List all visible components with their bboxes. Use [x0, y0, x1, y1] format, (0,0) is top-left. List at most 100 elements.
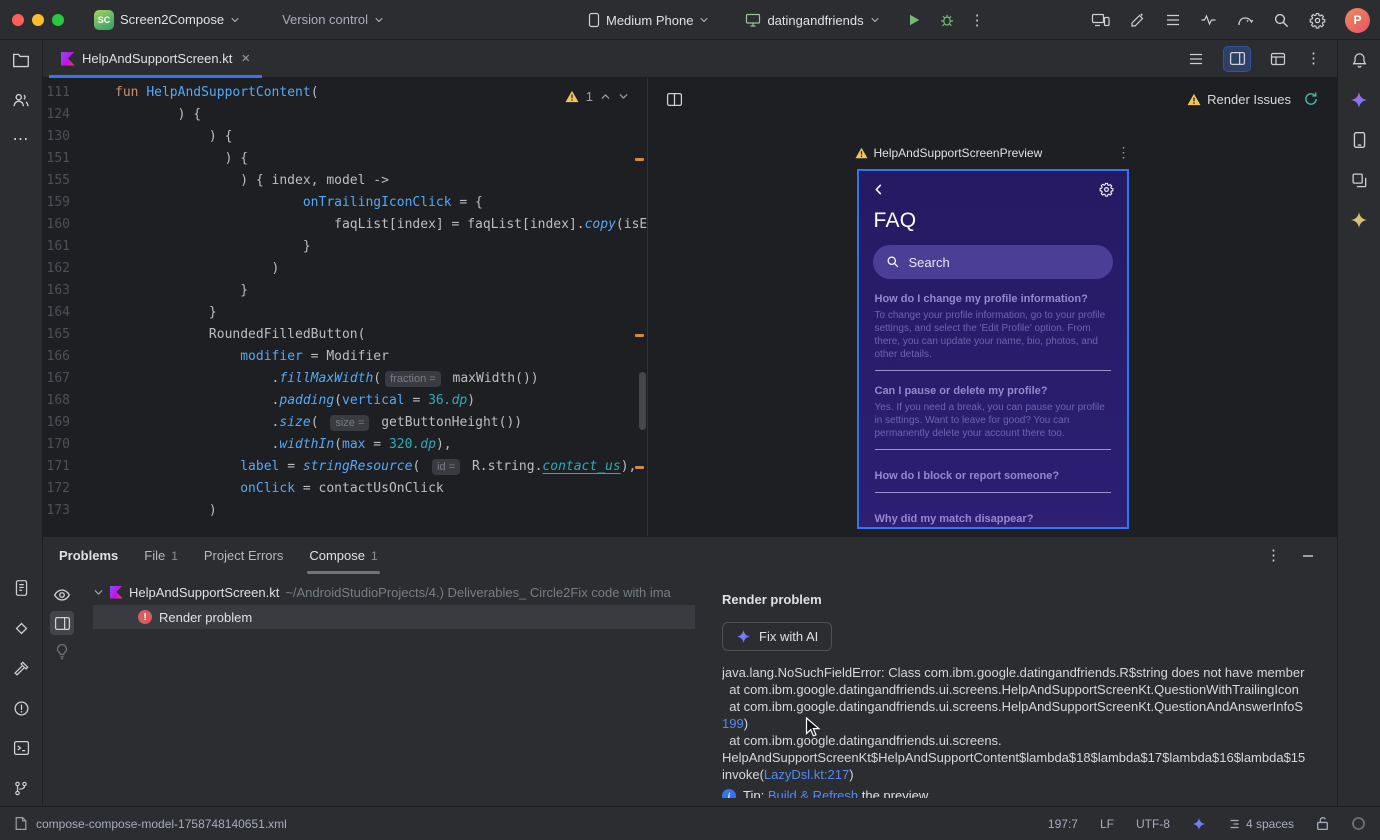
problems-tab-compose[interactable]: Compose 1	[307, 537, 381, 574]
problems-tab-row: Problems File 1 Project Errors Compose 1 ⋮	[43, 537, 1337, 574]
editor-tab[interactable]: HelpAndSupportScreen.kt ×	[49, 40, 263, 78]
close-window-button[interactable]	[12, 13, 24, 26]
indent-widget[interactable]: 4 spaces	[1228, 817, 1294, 831]
status-indicator-icon[interactable]	[1351, 816, 1366, 831]
project-selector[interactable]: SC Screen2Compose	[94, 9, 240, 30]
search-icon[interactable]	[1273, 12, 1290, 29]
run-config-selector[interactable]: datingandfriends	[745, 13, 879, 28]
version-control-tool-icon[interactable]	[11, 778, 31, 798]
assistant-star-icon[interactable]	[1349, 210, 1369, 230]
chevron-down-icon[interactable]	[93, 587, 104, 598]
user-avatar[interactable]: P	[1345, 7, 1370, 33]
minimize-window-button[interactable]	[32, 13, 44, 26]
phone-preview[interactable]: FAQ Search How do I change my profile in…	[856, 169, 1129, 529]
gemini-tool-icon[interactable]	[1349, 90, 1369, 110]
run-button[interactable]	[906, 12, 922, 28]
app-inspection-tool-icon[interactable]	[11, 618, 31, 638]
title-bar: SC Screen2Compose Version control Medium…	[0, 0, 1380, 40]
gradle-sync-icon[interactable]	[1236, 13, 1254, 27]
problems-file-row[interactable]: HelpAndSupportScreen.kt ~/AndroidStudioP…	[93, 580, 707, 604]
left-tool-stripe: ⋯	[0, 40, 43, 806]
ai-assistant-status-icon[interactable]	[1192, 817, 1206, 831]
line-separator-widget[interactable]: LF	[1100, 817, 1114, 831]
stack-link[interactable]: LazyDsl.kt:217	[764, 767, 849, 782]
line-number: 165	[46, 327, 70, 342]
preview-layout-icon[interactable]	[666, 92, 683, 107]
hide-panel-icon[interactable]	[1301, 549, 1315, 563]
device-selector[interactable]: Medium Phone	[588, 12, 709, 28]
encoding-widget[interactable]: UTF-8	[1136, 817, 1170, 831]
problems-toolbar	[50, 583, 74, 663]
caret-position-widget[interactable]: 197:7	[1048, 817, 1078, 831]
logcat-tool-icon[interactable]	[11, 578, 31, 598]
line-number: 124	[46, 107, 70, 122]
status-bar: compose-compose-model-1758748140651.xml …	[0, 806, 1380, 840]
zoom-window-button[interactable]	[52, 13, 64, 26]
stack-link[interactable]: 199	[722, 716, 744, 731]
code-line: 168 .padding(vertical = 36.dp)	[43, 390, 647, 412]
faq-divider	[874, 449, 1111, 450]
line-number: 155	[46, 173, 70, 188]
code-line: 162 )	[43, 258, 647, 280]
more-run-options-button[interactable]: ⋮	[970, 13, 985, 28]
line-number: 151	[46, 151, 70, 166]
run-config-label: datingandfriends	[767, 12, 864, 28]
code-view-icon[interactable]	[1183, 47, 1209, 71]
warning-stripe-mark	[635, 334, 644, 337]
error-icon: !	[138, 610, 152, 624]
faq-question: How do I block or report someone?	[874, 470, 1060, 482]
collaborators-tool-icon[interactable]	[11, 90, 31, 110]
terminal-tool-icon[interactable]	[11, 738, 31, 758]
warning-count: 1	[585, 89, 593, 104]
gemini-assist-icon[interactable]	[1129, 12, 1146, 29]
build-refresh-link[interactable]: Build & Refresh	[768, 788, 858, 798]
indent-label: 4 spaces	[1245, 816, 1294, 831]
task-list-icon[interactable]	[1165, 13, 1181, 27]
ai-sparkle-icon	[736, 629, 751, 644]
stack-line: HelpAndSupportScreenKt$HelpAndSupportCon…	[722, 750, 1306, 765]
lock-icon[interactable]	[1316, 816, 1329, 831]
inspection-widget[interactable]: 1	[560, 87, 633, 106]
debug-button[interactable]	[939, 12, 955, 28]
next-problem-icon[interactable]	[618, 91, 629, 102]
more-tools-icon[interactable]: ⋯	[11, 130, 31, 150]
code-line: 165 RoundedFilledButton(	[43, 324, 647, 346]
code-editor[interactable]: 111 fun HelpAndSupportContent(124 ) {130 …	[43, 78, 647, 522]
editor-scrollbar[interactable]	[639, 372, 646, 430]
quick-fix-bulb-icon[interactable]	[50, 639, 74, 663]
device-explorer-tool-icon[interactable]	[1349, 170, 1369, 190]
code-line: 172 onClick = contactUsOnClick	[43, 478, 647, 500]
show-details-pane-icon[interactable]	[50, 611, 74, 635]
editor-options-kebab-icon[interactable]: ⋮	[1306, 51, 1321, 66]
panel-options-kebab-icon[interactable]: ⋮	[1266, 548, 1281, 563]
prev-problem-icon[interactable]	[600, 91, 611, 102]
faq-item: Can I pause or delete my profile? Yes. If…	[874, 384, 1111, 450]
faq-item: How do I change my profile information? T…	[874, 292, 1111, 371]
device-mirroring-icon[interactable]	[1091, 12, 1110, 28]
problems-tab-project-errors[interactable]: Project Errors	[204, 537, 283, 574]
faq-item: Why did my match disappear?	[875, 506, 1111, 527]
design-view-icon[interactable]	[1265, 47, 1291, 71]
problems-panel-title[interactable]: Problems	[59, 548, 118, 563]
notifications-bell-icon[interactable]	[1349, 50, 1369, 70]
problems-tool-icon[interactable]	[11, 698, 31, 718]
build-tool-icon[interactable]	[11, 658, 31, 678]
statusbar-breadcrumb[interactable]: compose-compose-model-1758748140651.xml	[14, 816, 287, 831]
problems-tab-file[interactable]: File 1	[144, 537, 178, 574]
project-tool-icon[interactable]	[11, 50, 31, 70]
preview-menu-kebab-icon[interactable]: ⋮	[1117, 144, 1131, 161]
faq-screen-title: FAQ	[873, 209, 917, 232]
profiler-icon[interactable]	[1200, 13, 1217, 27]
fix-with-ai-button[interactable]: Fix with AI	[722, 622, 833, 651]
render-issues-button[interactable]: Render Issues	[1187, 92, 1291, 107]
preview-problem-eye-icon[interactable]	[50, 583, 74, 607]
close-tab-icon[interactable]: ×	[241, 50, 250, 67]
split-view-icon[interactable]	[1223, 45, 1251, 72]
editor-pane: 111 fun HelpAndSupportContent(124 ) {130 …	[43, 78, 647, 536]
refresh-preview-icon[interactable]	[1303, 91, 1319, 107]
code-line: 163 }	[43, 280, 647, 302]
running-devices-tool-icon[interactable]	[1349, 130, 1369, 150]
problem-row[interactable]: ! Render problem	[93, 605, 695, 629]
vcs-menu[interactable]: Version control	[282, 12, 384, 27]
settings-gear-icon[interactable]	[1309, 12, 1326, 29]
